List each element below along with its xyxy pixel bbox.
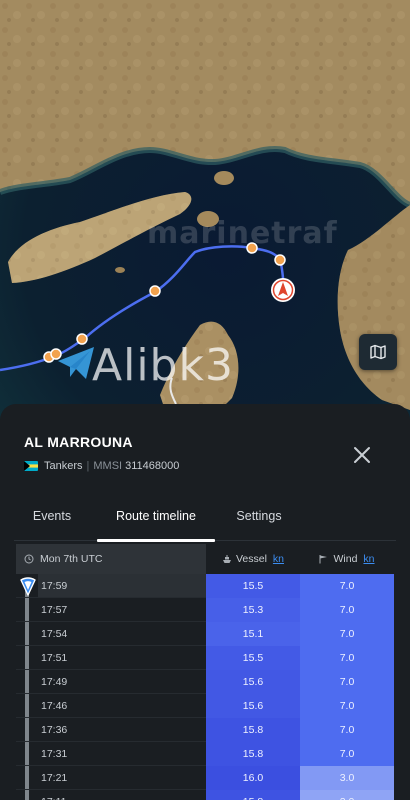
row-vessel-speed: 15.8 (206, 790, 300, 800)
map-view[interactable]: marinetraf Alibk3 (0, 0, 410, 420)
date-label: Mon 7th UTC (40, 553, 103, 565)
tab-settings[interactable]: Settings (224, 501, 294, 541)
row-vessel-speed: 15.8 (206, 742, 300, 766)
table-row[interactable]: 17:36 15.8 7.0 (16, 718, 394, 742)
clock-icon (24, 554, 34, 564)
row-time: 17:21 (41, 772, 68, 784)
row-vessel-speed: 15.5 (206, 646, 300, 670)
vessel-name-title: AL MARROUNA (24, 434, 133, 450)
table-row[interactable]: 17:31 15.8 7.0 (16, 742, 394, 766)
overlay-watermark-text: Alibk3 (92, 340, 234, 391)
timeline-rows: 17:59 15.5 7.0 17:57 15.3 7.0 17:54 15.1 7.0 17:5… (16, 574, 394, 800)
row-time: 17:49 (41, 676, 68, 688)
row-vessel-speed: 15.3 (206, 598, 300, 622)
row-time: 17:59 (38, 574, 206, 597)
bahamas-flag-icon (24, 461, 38, 471)
table-row[interactable]: 17:1115.82.0 (16, 790, 394, 800)
row-wind-speed: 7.0 (300, 598, 394, 622)
row-time: 17:57 (41, 604, 68, 616)
row-vessel-speed: 15.6 (206, 694, 300, 718)
vessel-meta: Tankers | MMSI 311468000 (24, 460, 179, 472)
vessel-unit-toggle[interactable]: kn (273, 553, 284, 565)
row-wind-speed: 2.0 (300, 790, 394, 800)
table-row[interactable]: 17:49 15.6 7.0 (16, 670, 394, 694)
row-vessel-speed: 15.5 (206, 574, 300, 598)
row-vessel-speed: 15.6 (206, 670, 300, 694)
telegram-plane-icon (58, 347, 94, 379)
row-wind-speed: 7.0 (300, 718, 394, 742)
row-time: 17:46 (41, 700, 68, 712)
row-vessel-speed: 15.1 (206, 622, 300, 646)
table-row[interactable]: 17:57 15.3 7.0 (16, 598, 394, 622)
panel-tabs: Events Route timeline Settings (14, 501, 396, 542)
table-row[interactable]: 17:46 15.6 7.0 (16, 694, 394, 718)
row-wind-speed: 7.0 (300, 670, 394, 694)
row-wind-speed: 3.0 (300, 766, 394, 790)
vessel-type: Tankers (44, 460, 83, 472)
vessel-details-panel: AL MARROUNA Tankers | MMSI 311468000 Eve… (0, 404, 410, 800)
row-wind-speed: 7.0 (300, 574, 394, 598)
app-root: marinetraf Alibk3 AL MARROUNA Tankers | … (0, 0, 410, 800)
close-icon[interactable] (349, 442, 375, 468)
tab-events[interactable]: Events (20, 501, 84, 541)
mmsi-value: 311468000 (125, 460, 180, 472)
row-wind-speed: 7.0 (300, 622, 394, 646)
table-row[interactable]: 17:59 15.5 7.0 (16, 574, 394, 598)
wind-speed-column-header: Wind kn (300, 544, 394, 574)
vessel-speed-label: Vessel (235, 553, 267, 565)
meta-separator: | (86, 460, 90, 472)
table-header: Mon 7th UTC Vessel kn Wind kn (16, 544, 394, 574)
table-row[interactable]: 17:54 15.1 7.0 (16, 622, 394, 646)
wind-unit-toggle[interactable]: kn (363, 553, 374, 565)
route-timeline-table: Mon 7th UTC Vessel kn Wind kn 17:59 15.5… (16, 544, 394, 800)
ship-icon (222, 555, 231, 563)
row-time: 17:36 (41, 724, 68, 736)
row-wind-speed: 7.0 (300, 646, 394, 670)
row-time: 17:11 (38, 790, 206, 800)
row-time: 17:51 (41, 652, 68, 664)
map-layers-icon (370, 344, 386, 360)
row-vessel-speed: 15.8 (206, 718, 300, 742)
row-wind-speed: 7.0 (300, 742, 394, 766)
vessel-speed-column-header: Vessel kn (206, 544, 300, 574)
row-time: 17:54 (41, 628, 68, 640)
mmsi-label: MMSI (93, 460, 123, 472)
row-vessel-speed: 16.0 (206, 766, 300, 790)
wind-icon (319, 555, 328, 564)
marinetraffic-watermark: marinetraf (147, 216, 338, 251)
time-column-header: Mon 7th UTC (16, 544, 206, 574)
row-wind-speed: 7.0 (300, 694, 394, 718)
vessel-position-marker[interactable] (271, 278, 295, 302)
wind-speed-label: Wind (333, 553, 358, 565)
map-layers-button[interactable] (359, 334, 397, 370)
tab-route-timeline[interactable]: Route timeline (97, 501, 215, 542)
table-row[interactable]: 17:51 15.5 7.0 (16, 646, 394, 670)
row-time: 17:31 (41, 748, 68, 760)
table-row[interactable]: 17:21 16.0 3.0 (16, 766, 394, 790)
